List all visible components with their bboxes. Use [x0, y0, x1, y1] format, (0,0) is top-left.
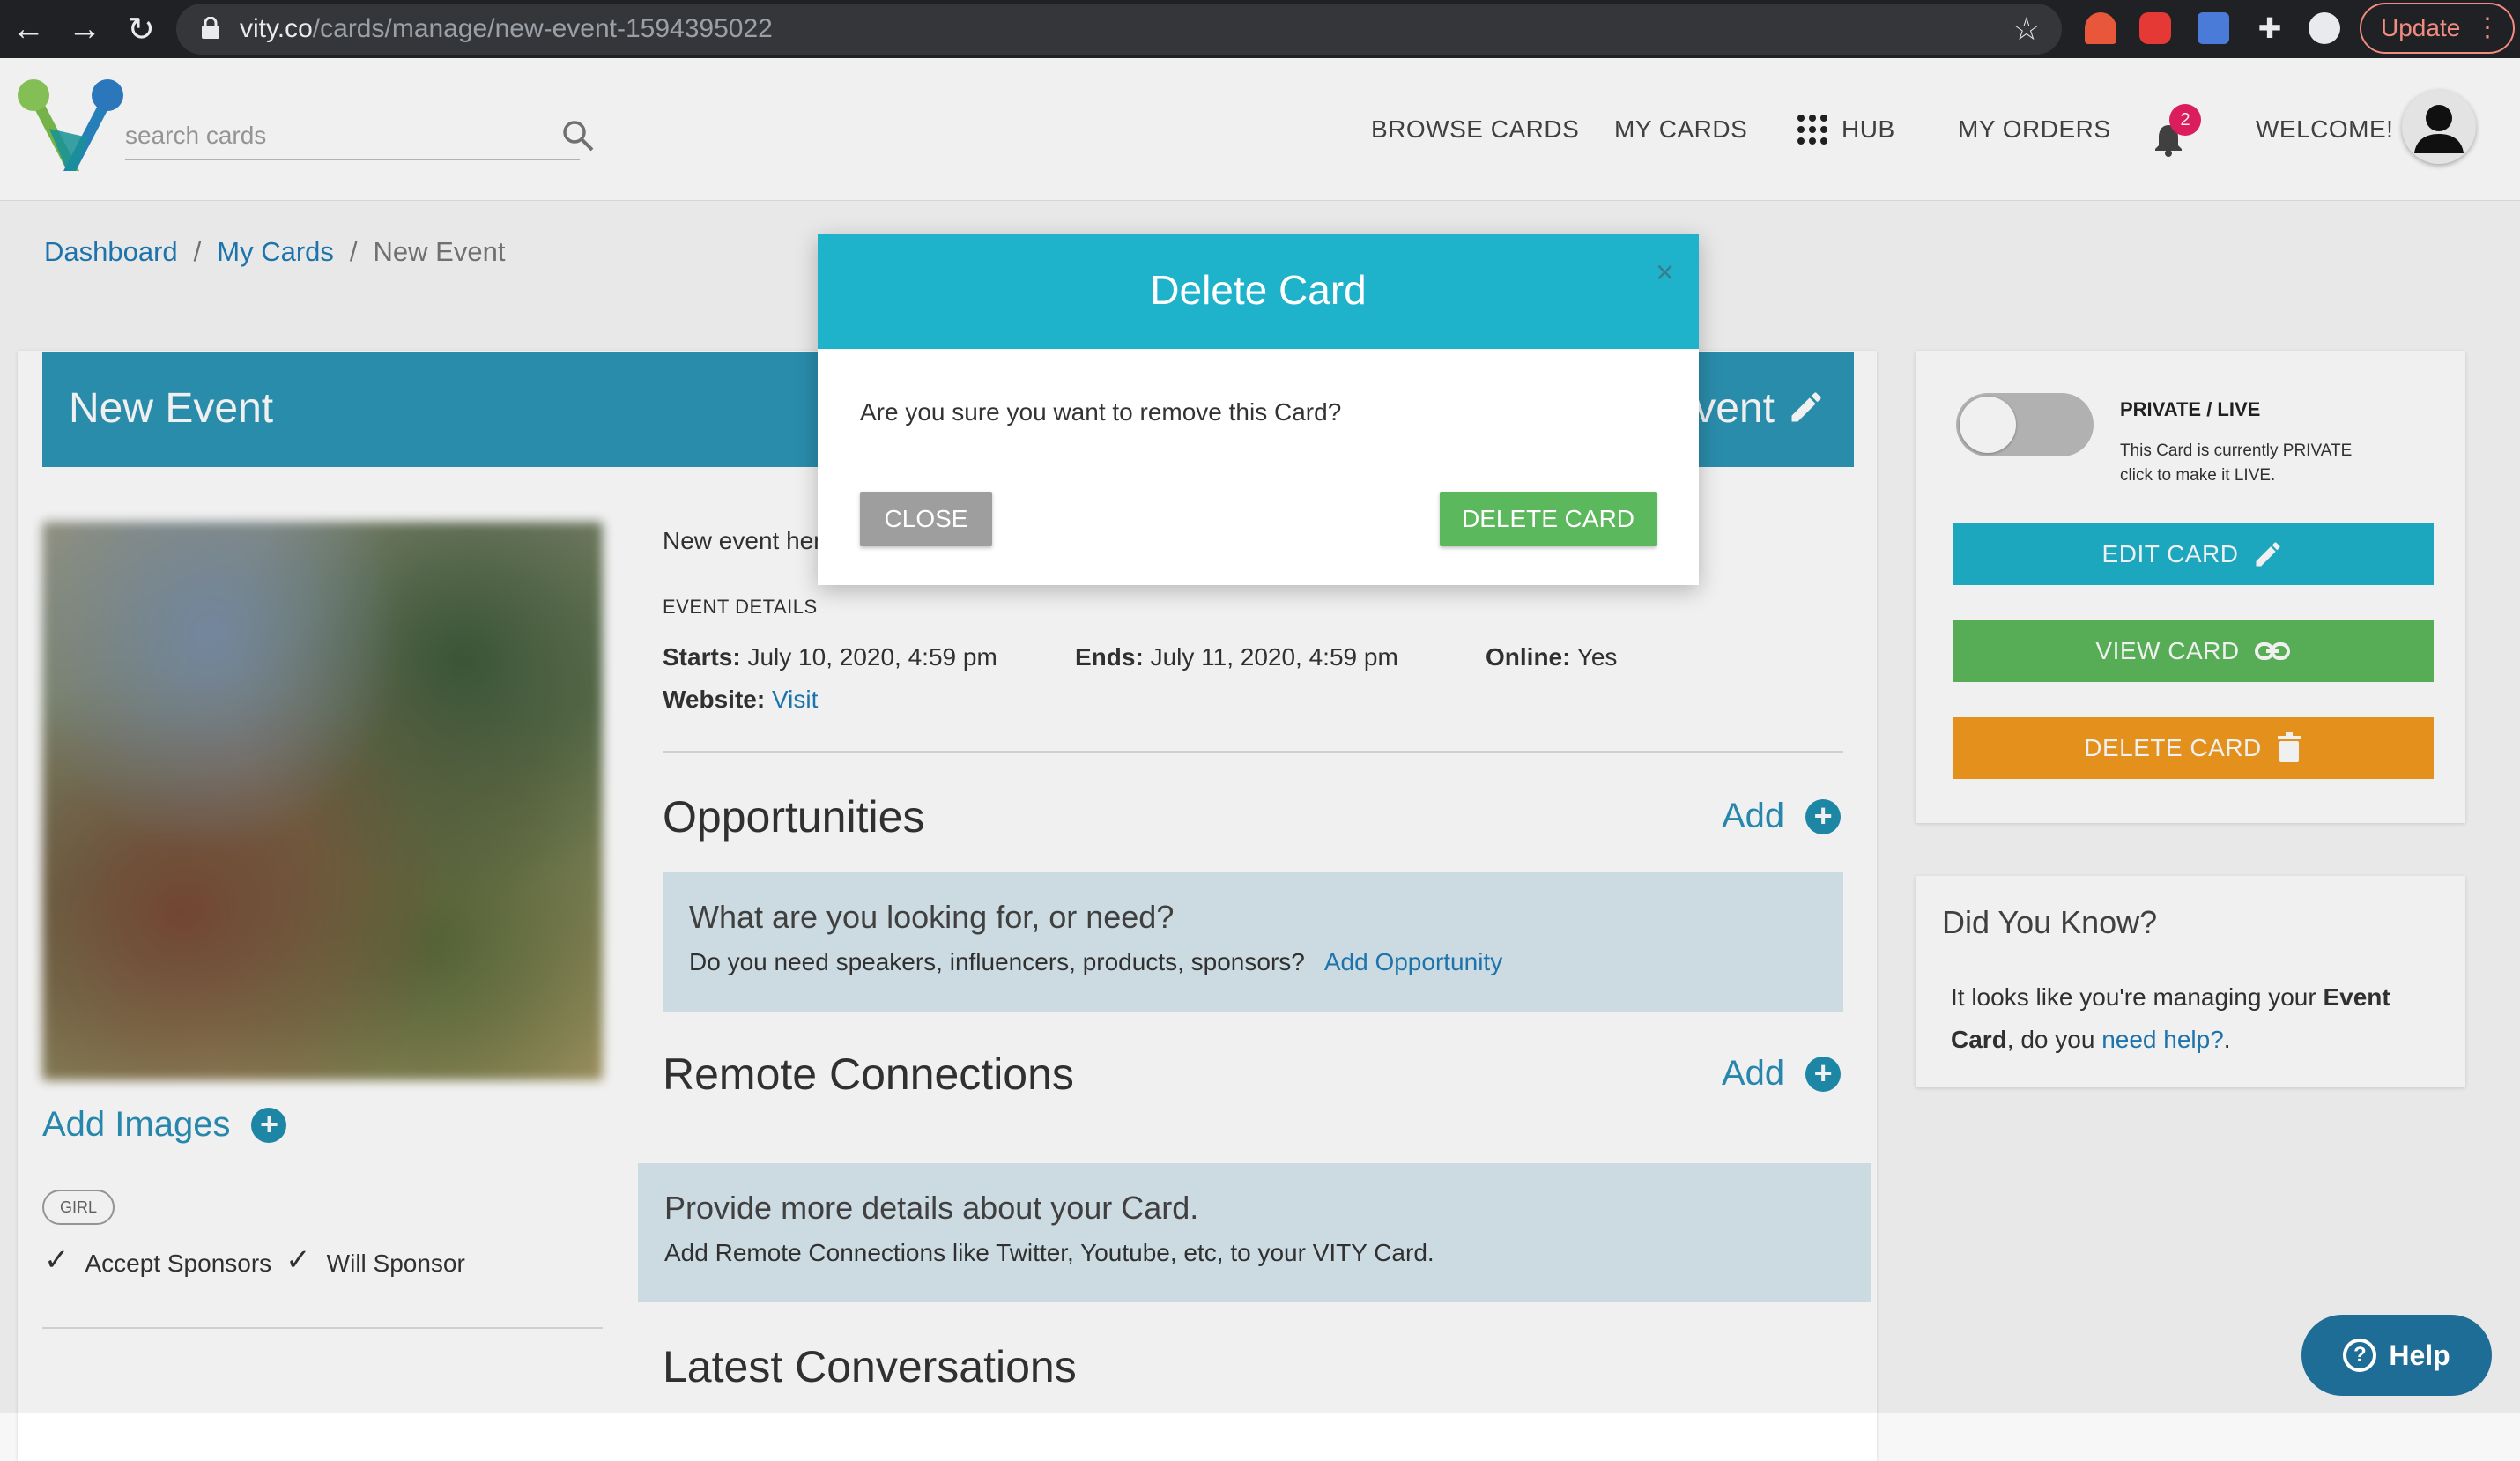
modal-header: Delete Card × [818, 234, 1699, 349]
question-icon: ? [2343, 1339, 2377, 1372]
update-label: Update [2381, 14, 2461, 41]
url-text: vity.co/cards/manage/new-event-159439502… [240, 11, 773, 48]
extension-blue-icon[interactable] [2198, 12, 2229, 44]
extensions-puzzle-icon[interactable]: ✚ [2254, 12, 2286, 44]
bookmark-star-icon[interactable]: ☆ [2012, 11, 2041, 48]
reload-icon[interactable]: ↻ [115, 0, 167, 58]
help-label: Help [2389, 1339, 2450, 1371]
help-button[interactable]: ? Help [2301, 1315, 2492, 1396]
modal-title: Delete Card [1150, 267, 1367, 313]
extension-rocket-icon[interactable] [2085, 12, 2116, 44]
extension-red-icon[interactable] [2139, 12, 2171, 44]
modal-message: Are you sure you want to remove this Car… [860, 398, 1342, 426]
close-button[interactable]: CLOSE [860, 492, 992, 546]
delete-card-modal: Delete Card × Are you sure you want to r… [818, 234, 1699, 585]
close-icon[interactable]: × [1656, 254, 1674, 291]
forward-icon[interactable]: → [58, 0, 111, 58]
lock-icon [202, 17, 219, 39]
back-icon[interactable]: ← [2, 0, 55, 58]
browser-toolbar: ← → ↻ vity.co/cards/manage/new-event-159… [0, 0, 2520, 58]
url-path: /cards/manage/new-event-1594395022 [312, 14, 773, 43]
confirm-delete-button[interactable]: DELETE CARD [1440, 492, 1657, 546]
update-button[interactable]: Update ⋮ [2360, 3, 2515, 54]
menu-dots-icon[interactable]: ⋮ [2474, 4, 2501, 52]
address-bar[interactable]: vity.co/cards/manage/new-event-159439502… [176, 4, 2062, 55]
url-domain: vity.co [240, 14, 313, 43]
profile-icon[interactable] [2309, 12, 2340, 44]
